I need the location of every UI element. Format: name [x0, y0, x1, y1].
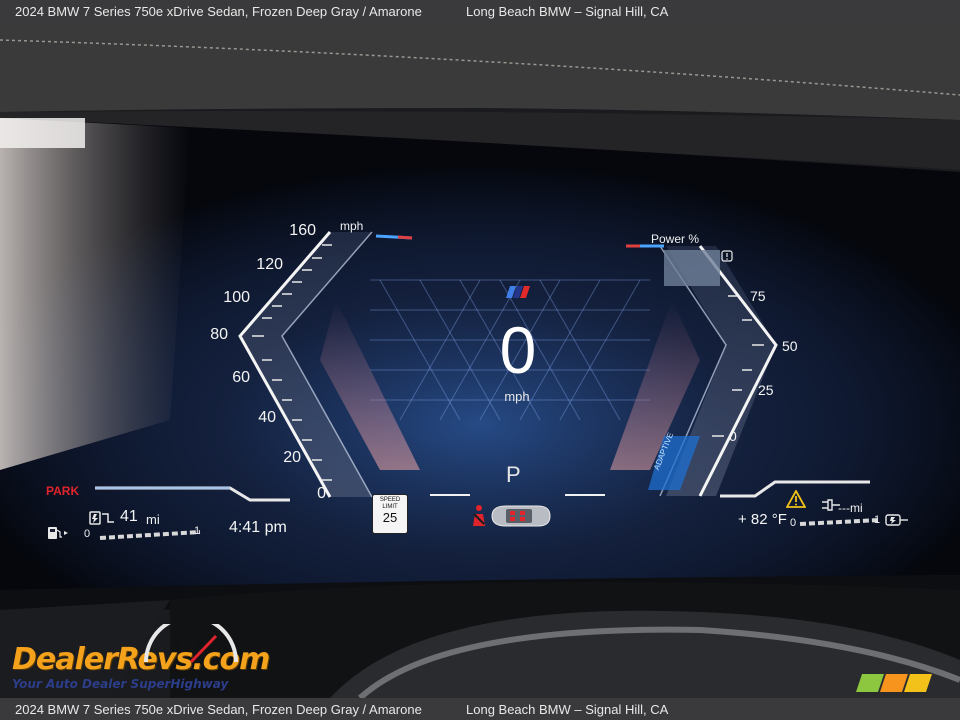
info-icon	[721, 250, 733, 262]
dashboard-background	[0, 22, 960, 698]
vehicle-caption-bottom: 2024 BMW 7 Series 750e xDrive Sedan, Fro…	[15, 701, 422, 717]
speed-tick-40: 40	[258, 409, 276, 426]
top-caption-bar: 2024 BMW 7 Series 750e xDrive Sedan, Fro…	[0, 0, 960, 22]
dealer-caption: Long Beach BMW – Signal Hill, CA	[466, 3, 669, 19]
speed-limit-sign: SPEED LIMIT 25	[372, 494, 408, 534]
dashboard-photo: mph 160 120 100 80 60 40 20 0 0 mph P Po…	[0, 22, 960, 698]
speed-tick-80: 80	[210, 326, 228, 343]
ev-charge-icon	[89, 511, 114, 525]
fuel-pump-icon	[48, 527, 68, 539]
warning-triangle-icon	[786, 490, 806, 508]
ev-range-unit: ---mi	[838, 501, 863, 515]
watermark-tagline: Your Auto Dealer SuperHighway	[12, 677, 229, 691]
speed-tick-120: 120	[256, 256, 283, 273]
power-tick-50: 50	[782, 338, 798, 354]
park-indicator: PARK	[46, 484, 80, 498]
power-tick-75: 75	[750, 288, 766, 304]
range-value: 41	[120, 508, 138, 525]
speed-limit-label: SPEED LIMIT	[379, 497, 401, 510]
car-topview-icon	[491, 505, 551, 527]
dealerrevs-watermark: 4 5 6 DealerRevs.com Your Auto Dealer Su…	[12, 624, 270, 691]
current-speed: 0	[499, 313, 537, 387]
bottom-caption-bar: 2024 BMW 7 Series 750e xDrive Sedan, Fro…	[0, 698, 960, 720]
speed-tick-20: 20	[283, 449, 301, 466]
gear-indicator: P	[506, 462, 521, 487]
dealer-stripes-logo-icon	[856, 674, 932, 692]
power-tick-0: 0	[729, 428, 737, 444]
bmw-m-stripes-icon	[506, 286, 530, 298]
svg-text:4 5 6: 4 5 6	[174, 637, 205, 651]
speed-tick-100: 100	[223, 289, 250, 306]
seatbelt-icon	[473, 505, 485, 526]
plug-icon	[885, 514, 908, 526]
range-unit: mi	[146, 512, 160, 527]
power-tick-25: 25	[758, 382, 774, 398]
battery-scale-max: 1	[874, 514, 881, 526]
current-speed-unit: mph	[504, 389, 530, 404]
power-gauge-label: Power %	[651, 232, 700, 246]
speed-tick-60: 60	[232, 369, 250, 386]
vehicle-caption: 2024 BMW 7 Series 750e xDrive Sedan, Fro…	[15, 3, 422, 19]
dealer-caption-bottom: Long Beach BMW – Signal Hill, CA	[466, 701, 669, 717]
fuel-scale-min: 0	[84, 528, 91, 540]
battery-scale-min: 0	[790, 517, 797, 529]
outside-temperature: + 82 °F	[738, 511, 787, 528]
speed-tick-160: 160	[289, 222, 316, 239]
speed-limit-value: 25	[382, 510, 398, 525]
clock-time: 4:41 pm	[229, 519, 287, 536]
speed-tick-0: 0	[317, 485, 326, 502]
speed-unit-label: mph	[340, 219, 364, 233]
speedometer-logo-icon: 4 5 6	[144, 624, 238, 664]
fuel-scale-max: 1	[194, 525, 201, 537]
